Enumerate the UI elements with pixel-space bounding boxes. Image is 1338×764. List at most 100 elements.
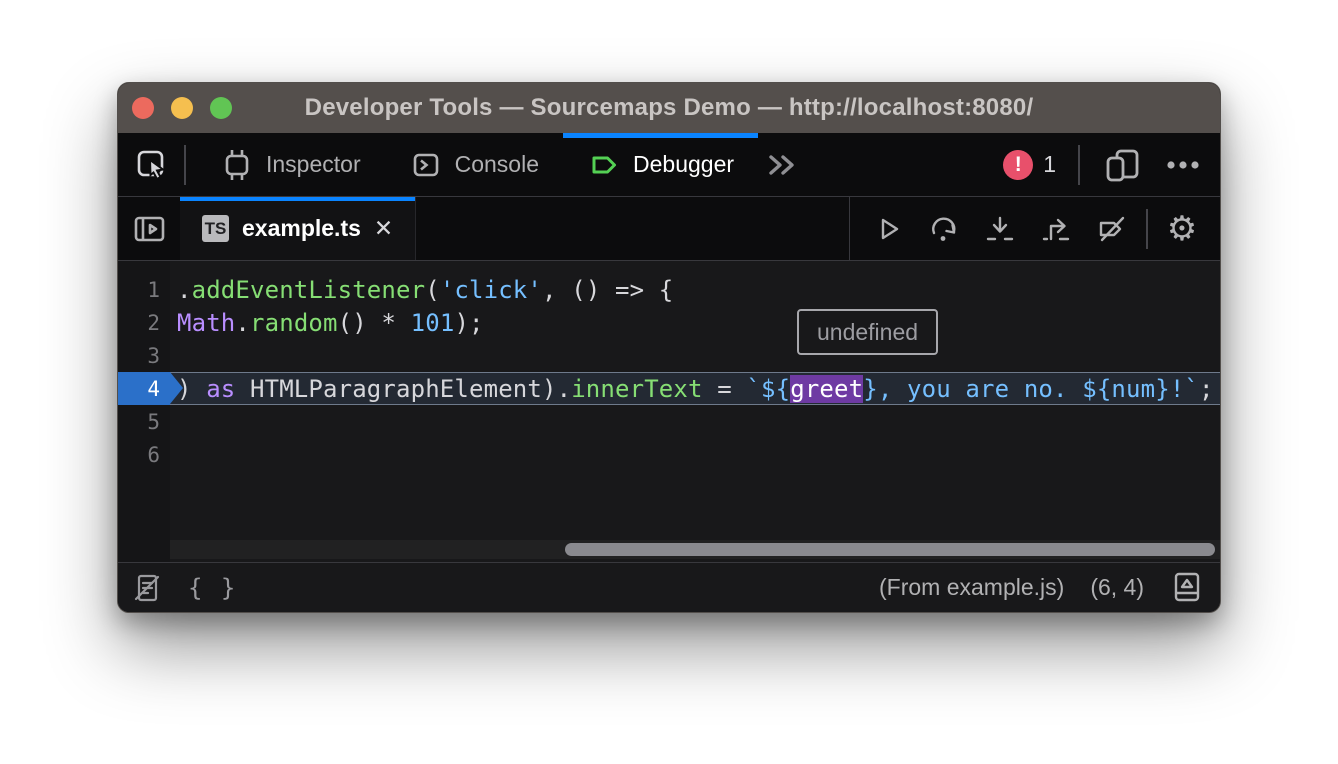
code-line[interactable]: 3 [118, 339, 1220, 372]
footer-right: (From example.js) (6, 4) [879, 570, 1204, 606]
code-line[interactable]: 1.addEventListener('click', () => { [118, 273, 1220, 306]
line-number[interactable]: 3 [118, 339, 170, 372]
step-out-button[interactable] [1028, 205, 1084, 253]
source-origin-note: (From example.js) [879, 574, 1064, 601]
error-badge[interactable]: ! 1 [1003, 150, 1056, 180]
blackbox-source-icon [130, 571, 164, 605]
tab-console[interactable]: Console [385, 133, 563, 196]
code-line-content [170, 405, 1220, 438]
pick-element-icon [132, 145, 172, 185]
close-tab-button[interactable]: ✕ [374, 217, 393, 240]
controls-divider [1146, 209, 1148, 249]
code-token: , () => { [542, 276, 673, 304]
toolbar-divider [184, 145, 186, 185]
code-token: ( [425, 276, 440, 304]
code-line-content [170, 438, 1220, 471]
source-tab-filename: example.ts [242, 215, 361, 242]
code-token: HTMLParagraphElement [235, 375, 542, 403]
titlebar: Developer Tools — Sourcemaps Demo — http… [118, 83, 1220, 133]
pretty-print-button[interactable]: { } [188, 574, 237, 602]
typescript-file-icon: TS [202, 215, 229, 242]
error-icon: ! [1003, 150, 1033, 180]
code-line[interactable]: 5 [118, 405, 1220, 438]
devtools-toolbar: Inspector Console Debugger [118, 133, 1220, 197]
tab-console-label: Console [455, 151, 539, 178]
line-number[interactable]: 6 [118, 438, 170, 471]
more-tabs-button[interactable] [758, 133, 806, 196]
code-token: `${ [746, 375, 790, 403]
error-count: 1 [1043, 151, 1056, 178]
code-token: 101 [411, 309, 455, 337]
deactivate-breakpoints-icon [1095, 212, 1129, 246]
meatball-menu-icon [1164, 148, 1202, 182]
code-token: random [250, 309, 338, 337]
step-out-icon [1039, 212, 1073, 246]
step-over-icon [927, 212, 961, 246]
console-icon [409, 148, 443, 182]
variable-preview-tooltip: undefined [797, 309, 938, 355]
code-token: = [703, 375, 747, 403]
pick-element-button[interactable] [130, 143, 174, 187]
footer-toggle-icon [1170, 570, 1204, 606]
deactivate-breakpoints-button[interactable] [1084, 205, 1140, 253]
blackbox-source-button[interactable] [130, 571, 164, 605]
code-line-content: .addEventListener('click', () => { [170, 273, 1220, 306]
resume-button[interactable] [860, 205, 916, 253]
code-line[interactable]: 4) as HTMLParagraphElement).innerText = … [118, 372, 1220, 405]
toolbar-divider [1078, 145, 1080, 185]
step-in-icon [983, 212, 1017, 246]
minimize-window-button[interactable] [171, 97, 193, 119]
paused-line-marker[interactable]: 4 [118, 372, 170, 405]
code-token: Math [177, 309, 235, 337]
step-over-button[interactable] [916, 205, 972, 253]
code-token: () * [338, 309, 411, 337]
hovered-variable-token[interactable]: greet [790, 375, 863, 403]
code-lines: 1.addEventListener('click', () => {2Math… [118, 273, 1220, 471]
step-in-button[interactable] [972, 205, 1028, 253]
debugger-controls: ⚙ [849, 197, 1220, 260]
devtools-menu-button[interactable] [1164, 148, 1202, 182]
code-line-content: ) as HTMLParagraphElement).innerText = `… [170, 372, 1220, 405]
code-token: ); [454, 309, 483, 337]
sources-panel-icon [130, 212, 168, 246]
footer-left: { } [130, 571, 237, 605]
code-token: ). [542, 375, 571, 403]
code-line-content [170, 339, 1220, 372]
sources-panel-toggle-button[interactable] [118, 197, 180, 260]
horizontal-scrollbar[interactable] [170, 540, 1220, 559]
settings-gear-icon: ⚙ [1167, 209, 1197, 249]
scrollbar-thumb[interactable] [565, 543, 1215, 556]
pretty-print-icon: { } [188, 574, 237, 602]
responsive-mode-button[interactable] [1102, 146, 1144, 184]
devtools-window: Developer Tools — Sourcemaps Demo — http… [117, 82, 1221, 613]
inspector-icon [220, 146, 254, 184]
cursor-position: (6, 4) [1090, 574, 1144, 601]
tab-inspector[interactable]: Inspector [196, 133, 385, 196]
line-number[interactable]: 2 [118, 306, 170, 339]
code-line[interactable]: 6 [118, 438, 1220, 471]
tab-debugger-label: Debugger [633, 151, 734, 178]
source-tabbar: TS example.ts ✕ [118, 197, 1220, 261]
debugger-settings-button[interactable]: ⚙ [1154, 205, 1210, 253]
tab-inspector-label: Inspector [266, 151, 361, 178]
tab-debugger[interactable]: Debugger [563, 133, 758, 196]
close-window-button[interactable] [132, 97, 154, 119]
code-token: addEventListener [192, 276, 426, 304]
footer-toggle-button[interactable] [1170, 570, 1204, 606]
zoom-window-button[interactable] [210, 97, 232, 119]
code-token: innerText [571, 375, 702, 403]
toolbar-left: Inspector Console Debugger [118, 133, 806, 196]
code-token: as [206, 375, 235, 403]
line-number[interactable]: 5 [118, 405, 170, 438]
traffic-lights [132, 97, 232, 119]
line-number[interactable]: 1 [118, 273, 170, 306]
more-tabs-chevron-icon [764, 148, 800, 182]
source-tab-example-ts[interactable]: TS example.ts ✕ [180, 197, 416, 260]
code-line-content: Math.random() * 101); [170, 306, 1220, 339]
code-token: . [177, 276, 192, 304]
code-editor: 1.addEventListener('click', () => {2Math… [118, 261, 1220, 562]
responsive-mode-icon [1102, 146, 1144, 184]
resume-icon [871, 212, 905, 246]
code-line[interactable]: 2Math.random() * 101); [118, 306, 1220, 339]
code-token: }, you are no. ${num}!` [863, 375, 1199, 403]
